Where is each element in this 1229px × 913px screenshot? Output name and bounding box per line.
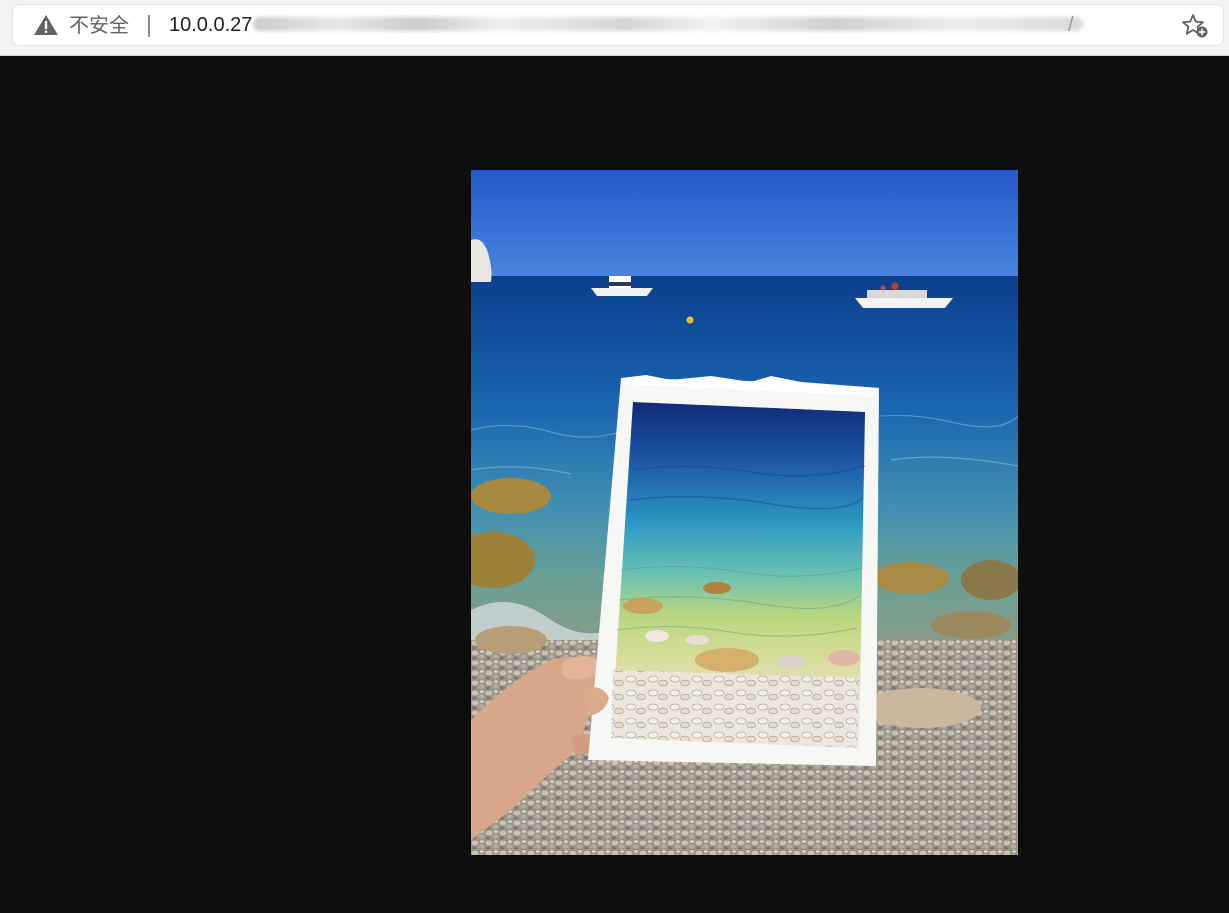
address-separator <box>148 15 150 37</box>
warning-triangle-icon[interactable] <box>33 14 59 36</box>
beach-painting-photo[interactable] <box>471 170 1018 855</box>
not-secure-label[interactable]: 不安全 <box>69 14 129 36</box>
add-bookmark-star-icon[interactable] <box>1181 13 1209 39</box>
browser-toolbar: 不安全 10.0.0.27 / <box>0 0 1229 56</box>
image-viewer <box>0 56 1229 913</box>
address-bar[interactable]: 不安全 10.0.0.27 / <box>13 5 1223 45</box>
url-tail: / <box>1068 14 1074 36</box>
url-host[interactable]: 10.0.0.27 <box>169 14 252 36</box>
url-path-blurred <box>253 17 1083 31</box>
